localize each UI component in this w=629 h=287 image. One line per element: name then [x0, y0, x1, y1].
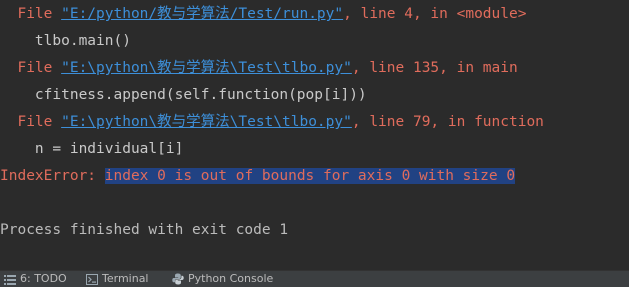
terminal-tab[interactable]: Terminal [86, 271, 149, 287]
line-location: , line 79, in function [351, 114, 544, 130]
traceback-code-line: tlbo.main() [0, 33, 131, 49]
traceback-file-line: File "E:\python\教与学算法\Test\tlbo.py", lin… [0, 58, 518, 78]
todo-tab[interactable]: 6: TODO [4, 271, 67, 287]
traceback-code-line: n = individual[i] [0, 141, 184, 157]
file-link[interactable]: "E:\python\教与学算法\Test\tlbo.py" [61, 114, 352, 130]
exception-line: IndexError: index 0 is out of bounds for… [0, 166, 516, 186]
terminal-icon [86, 273, 98, 285]
traceback-file-line: File "E:/python/教与学算法/Test/run.py", line… [0, 4, 526, 24]
file-prefix: File [0, 60, 62, 76]
todo-tab-label: 6: TODO [20, 272, 67, 285]
traceback-file-line: File "E:\python\教与学算法\Test\tlbo.py", lin… [0, 112, 544, 132]
run-console-output: File "E:/python/教与学算法/Test/run.py", line… [0, 0, 629, 270]
tool-window-bar: 6: TODO Terminal Python Console [0, 270, 629, 287]
todo-list-icon [4, 274, 16, 285]
python-console-tab[interactable]: Python Console [172, 271, 273, 287]
traceback-code-line: cfitness.append(self.function(pop[i])) [0, 87, 367, 103]
file-prefix: File [0, 6, 62, 22]
python-console-tab-label: Python Console [188, 272, 274, 285]
file-link[interactable]: "E:/python/教与学算法/Test/run.py" [61, 6, 343, 22]
file-link[interactable]: "E:\python\教与学算法\Test\tlbo.py" [61, 60, 352, 76]
line-location: , line 135, in main [351, 60, 518, 76]
line-location: , line 4, in <module> [343, 6, 527, 22]
file-prefix: File [0, 114, 62, 130]
python-logo-icon [172, 273, 184, 285]
terminal-tab-label: Terminal [102, 272, 149, 285]
process-exit-message: Process finished with exit code 1 [0, 222, 289, 238]
exception-message-selected[interactable]: index 0 is out of bounds for axis 0 with… [104, 168, 516, 184]
exception-name: IndexError: [0, 168, 105, 184]
